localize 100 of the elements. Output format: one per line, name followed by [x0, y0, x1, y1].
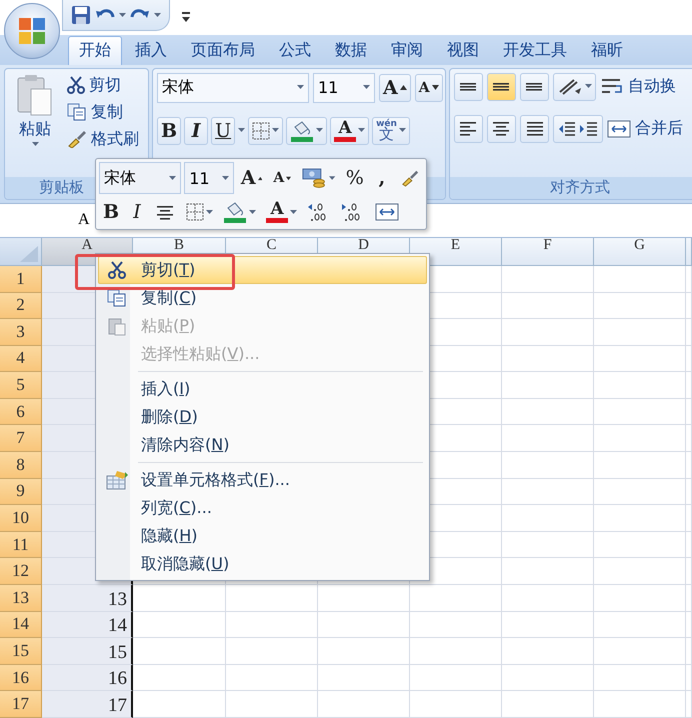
save-icon[interactable] [71, 5, 91, 25]
wrap-text-button[interactable]: 自动换 [600, 74, 676, 100]
menu-item[interactable]: 隐藏(H) [98, 522, 427, 550]
grow-font-button[interactable]: A [379, 74, 411, 102]
ribbon-command[interactable]: 复制 [67, 100, 139, 125]
table-cell: 16 [42, 664, 133, 692]
caret-icon [585, 84, 592, 90]
borders-icon [186, 203, 204, 221]
font-size-field[interactable]: 11 [313, 72, 375, 103]
phonetic-button[interactable]: wén 文 [372, 116, 410, 145]
bold-button[interactable]: B [157, 116, 182, 145]
brush-icon [400, 169, 419, 187]
row-header[interactable]: 3 [0, 319, 42, 346]
merge-icon [607, 120, 631, 138]
font-size-field[interactable]: 11 [184, 162, 234, 194]
bold-button[interactable]: B [99, 198, 124, 226]
shrink-font-button[interactable]: A [269, 164, 296, 192]
percent-button[interactable]: % [342, 164, 367, 192]
ribbon-tab[interactable]: 开发工具 [492, 36, 578, 65]
shrink-arrow-icon [286, 176, 292, 180]
align-right-button[interactable] [520, 114, 549, 143]
grow-font-button[interactable]: A [236, 164, 266, 192]
menu-item[interactable]: 清除内容(N) [98, 431, 427, 459]
caret-icon [329, 176, 336, 180]
align-center-button[interactable] [487, 114, 516, 143]
align-icon [458, 82, 479, 92]
paste-button[interactable]: 粘贴 [9, 72, 61, 173]
menu-item[interactable]: 列宽(C)... [98, 494, 427, 522]
comma-button[interactable]: , [370, 164, 394, 192]
ribbon-tab[interactable]: 审阅 [380, 36, 434, 65]
row-header[interactable]: 9 [0, 478, 42, 506]
column-header[interactable]: F [502, 238, 594, 266]
menu-item[interactable]: 设置单元格格式(F)... [98, 466, 427, 494]
italic-button[interactable]: I [184, 116, 208, 145]
ribbon-tab[interactable]: 视图 [436, 36, 490, 65]
row-header[interactable]: 2 [0, 292, 42, 320]
align-bottom-button[interactable] [520, 72, 549, 101]
shrink-font-button[interactable]: A [414, 74, 443, 102]
underline-button[interactable]: U [211, 116, 236, 145]
ribbon-tab[interactable]: 数据 [324, 36, 378, 65]
font-name-field[interactable]: 宋体 [157, 72, 309, 103]
ribbon-tab[interactable]: 页面布局 [180, 36, 266, 65]
fill-color-button[interactable] [286, 116, 328, 145]
grow-arrow-icon [400, 85, 407, 90]
align-middle-button[interactable] [487, 72, 516, 101]
ribbon-tab[interactable]: 插入 [124, 36, 178, 65]
row-header[interactable]: 5 [0, 372, 42, 399]
ribbon-command[interactable]: 格式刷 [67, 126, 139, 152]
row-header[interactable]: 16 [0, 664, 42, 692]
increase-indent-icon [579, 120, 599, 138]
row-header[interactable]: 10 [0, 505, 42, 532]
ribbon-command[interactable]: 剪切 [67, 72, 139, 98]
indent-button[interactable] [553, 114, 603, 143]
orientation-button[interactable] [553, 72, 596, 101]
row-header[interactable]: 6 [0, 398, 42, 426]
align-icon [491, 121, 512, 136]
menu-item[interactable]: 剪切(T) [98, 256, 427, 284]
menu-item[interactable]: 复制(C) [98, 284, 427, 312]
italic-button[interactable]: I [125, 198, 150, 226]
row-header[interactable]: 15 [0, 638, 42, 665]
caret-icon [398, 128, 406, 134]
scissors-icon [67, 76, 85, 94]
font-color-button[interactable]: A [330, 116, 370, 145]
row-header[interactable]: 13 [0, 585, 42, 612]
caret-icon [206, 210, 214, 214]
row-header[interactable]: 11 [0, 532, 42, 558]
merge-icon [375, 203, 400, 221]
customize-icon[interactable] [180, 10, 192, 24]
caret-icon [238, 128, 246, 134]
ribbon-tab[interactable]: 公式 [268, 36, 322, 65]
row-header[interactable]: 17 [0, 691, 42, 718]
row-header[interactable]: 1 [0, 266, 42, 292]
menu-item[interactable]: 插入(I) [98, 375, 427, 403]
row-header[interactable]: 12 [0, 558, 42, 586]
menu-item[interactable]: 删除(D) [98, 403, 427, 431]
corner-icon [20, 246, 38, 262]
ribbon-tab[interactable]: 福昕 [580, 36, 634, 65]
row-header[interactable]: 4 [0, 346, 42, 372]
row-header[interactable]: 8 [0, 452, 42, 479]
font-name-field[interactable]: 宋体 [99, 162, 182, 194]
font-color-button[interactable]: A [262, 198, 302, 226]
borders-icon [252, 122, 270, 140]
shrink-arrow-icon [432, 85, 439, 90]
align-left-button[interactable] [454, 114, 483, 143]
align-icon [524, 82, 545, 92]
row-header[interactable]: 14 [0, 612, 42, 638]
menu-item[interactable]: 取消隐藏(U) [98, 550, 427, 578]
align-icon [491, 82, 512, 92]
ribbon-tab[interactable]: 开始 [68, 36, 122, 65]
row-header[interactable]: 7 [0, 425, 42, 452]
command-label: 复制 [91, 102, 123, 123]
align-icon [524, 121, 545, 136]
table-icon [105, 469, 129, 491]
caret-icon [32, 142, 38, 147]
column-header[interactable]: G [594, 238, 686, 266]
orientation-icon [557, 76, 583, 97]
align-top-button[interactable] [454, 72, 483, 101]
logo-icon [17, 16, 47, 46]
borders-button[interactable] [248, 116, 284, 145]
merge-button[interactable]: 合并后 [607, 116, 683, 142]
